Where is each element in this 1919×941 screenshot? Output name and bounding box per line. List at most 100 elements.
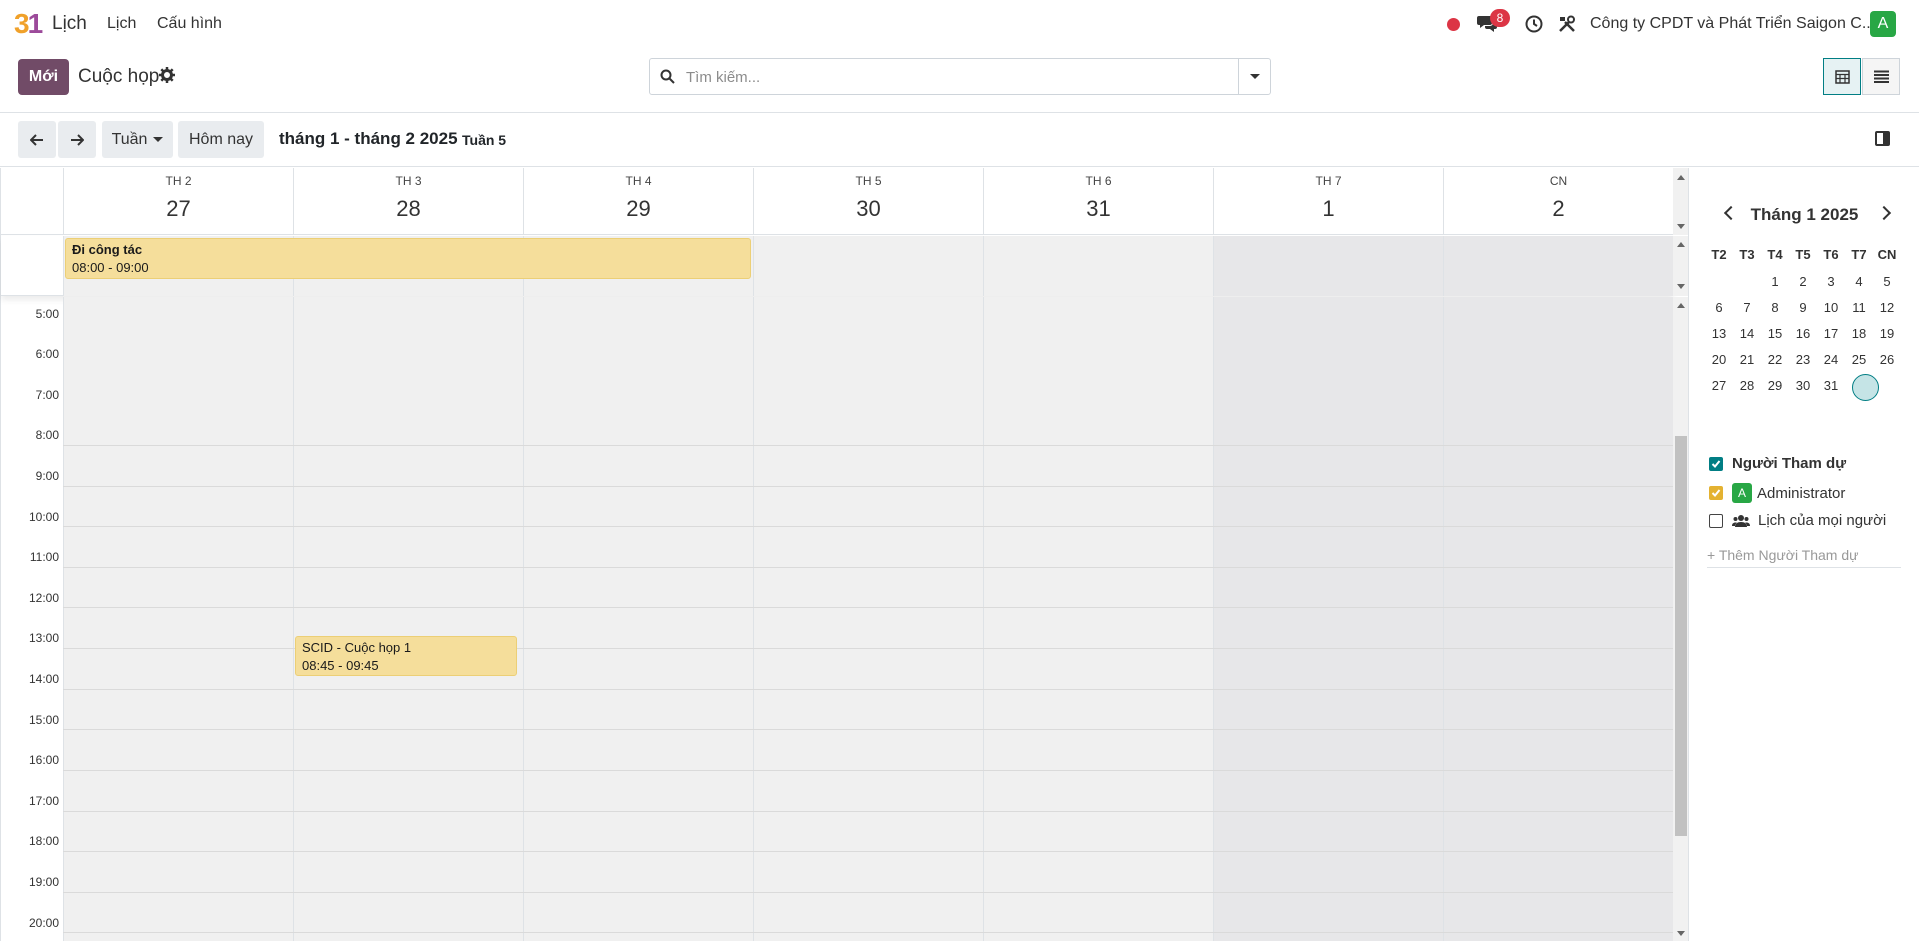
hour-label: 6:00 xyxy=(35,347,59,361)
day-header[interactable]: TH 5 30 xyxy=(753,168,983,235)
today-button[interactable]: Hôm nay xyxy=(178,121,264,158)
search-input[interactable] xyxy=(686,65,1226,89)
day-header[interactable]: TH 6 31 xyxy=(983,168,1213,235)
filter-item-everybody[interactable]: Lịch của mọi người xyxy=(1709,512,1886,529)
mini-calendar-day[interactable]: 9 xyxy=(1789,300,1817,315)
mini-calendar-day[interactable]: 10 xyxy=(1817,300,1845,315)
menu-configuration[interactable]: Cấu hình xyxy=(157,15,222,33)
mini-calendar-day[interactable]: 5 xyxy=(1873,274,1901,289)
all-day-cell[interactable] xyxy=(983,236,1213,296)
search-options-toggle[interactable] xyxy=(1238,59,1270,94)
week-calendar: TH 2 27 TH 3 28 TH 4 29 TH 5 30 TH 6 31 TH 7 1… xyxy=(0,168,1689,941)
attendee-filter-header[interactable]: Người Tham dự xyxy=(1709,455,1846,472)
scroll-down-icon[interactable] xyxy=(1677,224,1685,229)
day-header[interactable]: TH 4 29 xyxy=(523,168,753,235)
app-name[interactable]: Lịch xyxy=(52,13,87,35)
mini-calendar-day[interactable]: 15 xyxy=(1761,326,1789,341)
day-name: TH 3 xyxy=(395,174,422,188)
mini-calendar-day[interactable]: 30 xyxy=(1789,378,1817,393)
day-column[interactable] xyxy=(983,297,1213,941)
day-column[interactable] xyxy=(523,297,753,941)
checkbox-icon[interactable] xyxy=(1709,486,1723,500)
mini-calendar-day[interactable]: 11 xyxy=(1845,300,1873,315)
calendar-event[interactable]: Đi công tác 08:00 - 09:00 xyxy=(65,238,751,279)
company-switcher[interactable]: Công ty CPDT và Phát Triển Saigon C... xyxy=(1590,15,1875,33)
calendar-view-button[interactable] xyxy=(1823,58,1861,95)
day-header[interactable]: TH 2 27 xyxy=(63,168,293,235)
mini-calendar-day[interactable]: 31 xyxy=(1817,378,1845,393)
day-column[interactable] xyxy=(1213,297,1443,941)
weekday-label: T2 xyxy=(1711,247,1727,262)
tools-icon[interactable] xyxy=(1558,15,1576,33)
day-column[interactable] xyxy=(63,297,293,941)
mini-calendar-day[interactable]: 23 xyxy=(1789,352,1817,367)
new-button[interactable]: Mới xyxy=(18,59,69,95)
mini-calendar-day[interactable]: 24 xyxy=(1817,352,1845,367)
day-header[interactable]: CN 2 xyxy=(1443,168,1673,235)
checkbox-icon[interactable] xyxy=(1709,513,1723,528)
hour-label: 12:00 xyxy=(28,591,59,605)
filter-item-label: Administrator xyxy=(1757,484,1846,502)
weekday-label: T5 xyxy=(1795,247,1811,262)
hour-line xyxy=(63,892,1673,893)
day-column[interactable] xyxy=(753,297,983,941)
scale-dropdown[interactable]: Tuần xyxy=(102,121,173,158)
mini-calendar-day[interactable]: 19 xyxy=(1873,326,1901,341)
mini-calendar-day[interactable]: 26 xyxy=(1873,352,1901,367)
app-logo[interactable]: 31 xyxy=(14,10,43,38)
mini-calendar-day[interactable]: 2 xyxy=(1789,274,1817,289)
mini-calendar-day[interactable]: 16 xyxy=(1789,326,1817,341)
filter-item-administrator[interactable]: A Administrator xyxy=(1709,483,1845,503)
day-name: TH 7 xyxy=(1315,174,1342,188)
mini-calendar-day[interactable]: 12 xyxy=(1873,300,1901,315)
add-attendee-input[interactable]: + Thêm Người Tham dự xyxy=(1707,547,1901,568)
mini-calendar-day[interactable]: 21 xyxy=(1733,352,1761,367)
today-highlight xyxy=(1852,374,1879,401)
mini-calendar-day[interactable]: 8 xyxy=(1761,300,1789,315)
mini-calendar-day[interactable]: 7 xyxy=(1733,300,1761,315)
hour-label: 10:00 xyxy=(28,510,59,524)
scrollbar-thumb[interactable] xyxy=(1675,436,1687,836)
list-view-button[interactable] xyxy=(1862,58,1900,95)
scroll-up-icon[interactable] xyxy=(1677,242,1685,247)
checkbox-icon[interactable] xyxy=(1709,456,1723,471)
day-header[interactable]: TH 3 28 xyxy=(293,168,523,235)
clock-icon[interactable] xyxy=(1525,15,1543,33)
mini-calendar-day[interactable]: 22 xyxy=(1761,352,1789,367)
weekday-label: T3 xyxy=(1739,247,1755,262)
mini-calendar-day[interactable]: 13 xyxy=(1705,326,1733,341)
all-day-cell[interactable] xyxy=(1443,236,1673,296)
hour-label: 17:00 xyxy=(28,794,59,808)
record-icon[interactable] xyxy=(1447,18,1460,31)
all-day-cell[interactable] xyxy=(1213,236,1443,296)
mini-calendar-day[interactable]: 20 xyxy=(1705,352,1733,367)
calendar-event[interactable]: SCID - Cuộc họp 1 08:45 - 09:45 xyxy=(295,636,517,676)
day-column[interactable] xyxy=(1443,297,1673,941)
day-header[interactable]: TH 7 1 xyxy=(1213,168,1443,235)
mini-calendar-day[interactable]: 25 xyxy=(1845,352,1873,367)
scroll-down-icon[interactable] xyxy=(1677,284,1685,289)
mini-calendar-day[interactable]: 14 xyxy=(1733,326,1761,341)
scroll-down-icon[interactable] xyxy=(1677,931,1685,936)
side-panel-toggle-icon[interactable] xyxy=(1875,131,1890,146)
day-column[interactable] xyxy=(293,297,523,941)
mini-calendar-day[interactable]: 29 xyxy=(1761,378,1789,393)
scroll-up-icon[interactable] xyxy=(1677,303,1685,308)
next-button[interactable] xyxy=(58,121,96,158)
arrow-right-icon xyxy=(71,133,84,146)
mini-calendar-day[interactable]: 6 xyxy=(1705,300,1733,315)
day-number: 1 xyxy=(1322,196,1335,221)
mini-calendar-day[interactable]: 4 xyxy=(1845,274,1873,289)
scroll-up-icon[interactable] xyxy=(1677,175,1685,180)
menu-calendar[interactable]: Lịch xyxy=(107,15,136,33)
gear-icon[interactable] xyxy=(159,67,175,83)
mini-calendar-day[interactable]: 3 xyxy=(1817,274,1845,289)
user-avatar[interactable]: A xyxy=(1870,11,1896,37)
all-day-cell[interactable] xyxy=(753,236,983,296)
mini-calendar-day[interactable]: 27 xyxy=(1705,378,1733,393)
mini-calendar-day[interactable]: 28 xyxy=(1733,378,1761,393)
mini-calendar-day[interactable]: 17 xyxy=(1817,326,1845,341)
previous-button[interactable] xyxy=(18,121,56,158)
mini-calendar-day[interactable]: 18 xyxy=(1845,326,1873,341)
mini-calendar-day[interactable]: 1 xyxy=(1761,274,1789,289)
